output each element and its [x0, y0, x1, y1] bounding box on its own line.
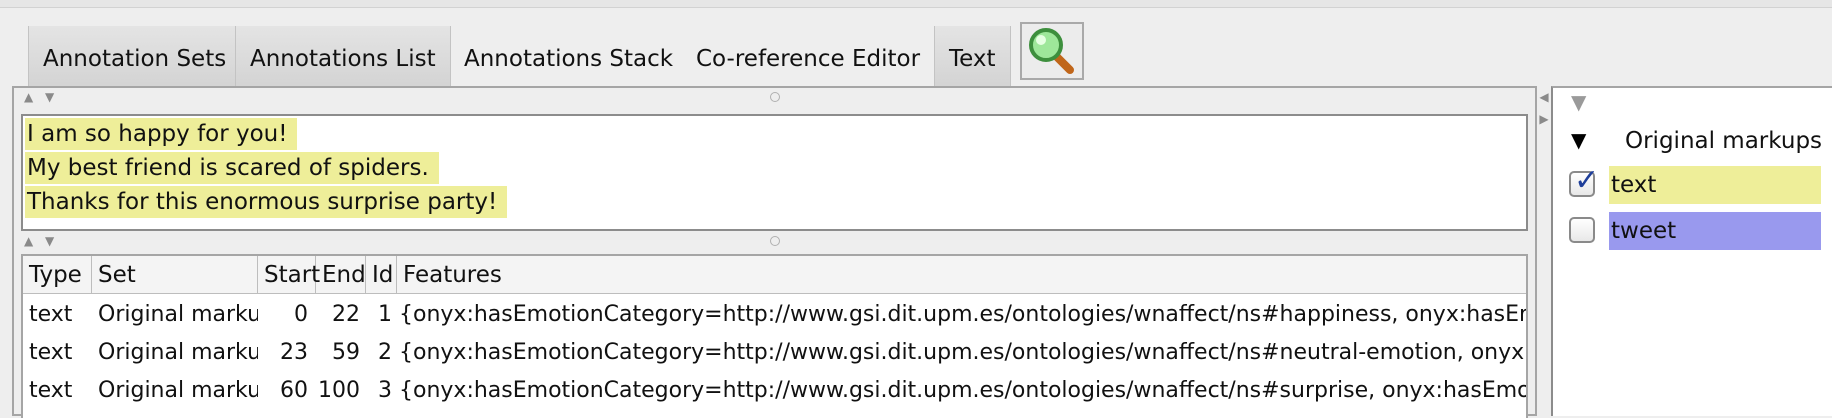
checkmark-icon: ✓ [1574, 163, 1600, 198]
column-header-type[interactable]: Type [23, 256, 92, 294]
text-line: I am so happy for you! [25, 118, 298, 150]
middle-split-divider[interactable]: ▲ ▼ [14, 232, 1535, 252]
cell-id: 3 [378, 378, 392, 403]
cell-start: 60 [280, 378, 308, 403]
annotations-list-button[interactable]: Annotations List [235, 26, 451, 92]
split-handle-icon[interactable] [769, 236, 780, 246]
text-line: My best friend is scared of spiders. [25, 152, 439, 184]
text-line: Thanks for this enormous surprise party! [25, 186, 508, 218]
cell-features: {onyx:hasEmotionCategory=http://www.gsi.… [399, 302, 1526, 327]
table-header: Type Set Start End Id Features [23, 256, 1526, 294]
arrow-left-icon[interactable]: ◀ [1538, 86, 1550, 108]
column-header-set[interactable]: Set [92, 256, 258, 294]
document-editor-area: ▲ ▼ I am so happy for you! My best frien… [12, 86, 1537, 418]
column-header-end[interactable]: End [316, 256, 366, 294]
default-set-expander-icon[interactable]: ▼ [1571, 90, 1586, 114]
text-type-checkbox[interactable]: ✓ [1569, 163, 1599, 198]
arrow-right-icon[interactable]: ▶ [1538, 108, 1550, 130]
split-handle-icon[interactable] [769, 92, 780, 102]
cell-start: 0 [294, 302, 308, 327]
cell-type: text [29, 302, 73, 327]
cell-end: 100 [318, 378, 360, 403]
cell-id: 1 [378, 302, 392, 327]
cell-id: 2 [378, 340, 392, 365]
cell-set: Original markups [98, 340, 258, 365]
column-header-features[interactable]: Features [397, 256, 1526, 294]
cell-features: {onyx:hasEmotionCategory=http://www.gsi.… [399, 378, 1526, 403]
document-text-panel[interactable]: I am so happy for you! My best friend is… [21, 114, 1528, 231]
annotation-sets-panel: ▼ ▼ Original markups ✓ text tweet [1551, 86, 1832, 416]
search-button[interactable] [1020, 22, 1084, 80]
column-header-start[interactable]: Start [258, 256, 320, 294]
annotation-set-name: Original markups [1625, 128, 1823, 154]
text-button[interactable]: Text [934, 26, 1011, 92]
viewer-toolbar: Annotation Sets Annotations List Annotat… [0, 8, 1832, 92]
top-split-divider[interactable]: ▲ ▼ [14, 88, 1535, 108]
cell-type: text [29, 378, 73, 403]
table-row[interactable]: text Original markups 60 100 3 {onyx:has… [23, 372, 1526, 410]
cell-type: text [29, 340, 73, 365]
annotation-sets-button[interactable]: Annotation Sets [28, 26, 242, 92]
cell-end: 59 [332, 340, 360, 365]
cell-features: {onyx:hasEmotionCategory=http://www.gsi.… [399, 340, 1526, 365]
window-top-border [0, 0, 1832, 8]
co-reference-editor-button[interactable]: Co-reference Editor [682, 26, 934, 92]
table-row[interactable]: text Original markups 0 22 1 {onyx:hasEm… [23, 296, 1526, 334]
annotation-type-row-text[interactable]: ✓ text [1569, 163, 1821, 204]
magnifier-search-icon [1029, 28, 1074, 74]
cell-set: Original markups [98, 378, 258, 403]
split-arrows-icon[interactable]: ▲ ▼ [24, 234, 58, 248]
cell-start: 23 [280, 340, 308, 365]
annotation-type-label[interactable]: tweet [1609, 212, 1821, 250]
column-header-id[interactable]: Id [366, 256, 397, 294]
set-expander-icon[interactable]: ▼ [1571, 128, 1586, 152]
annotation-type-label[interactable]: text [1609, 166, 1821, 204]
collapse-right-pane-arrows[interactable]: ◀ ▶ [1538, 86, 1550, 130]
split-arrows-icon[interactable]: ▲ ▼ [24, 90, 58, 104]
cell-set: Original markups [98, 302, 258, 327]
annotations-stack-button[interactable]: Annotations Stack [450, 26, 687, 92]
annotations-table: Type Set Start End Id Features text Orig… [21, 254, 1528, 418]
annotation-type-row-tweet[interactable]: tweet [1569, 212, 1821, 250]
tweet-type-checkbox[interactable] [1569, 217, 1595, 243]
table-row[interactable]: text Original markups 23 59 2 {onyx:hasE… [23, 334, 1526, 372]
cell-end: 22 [332, 302, 360, 327]
